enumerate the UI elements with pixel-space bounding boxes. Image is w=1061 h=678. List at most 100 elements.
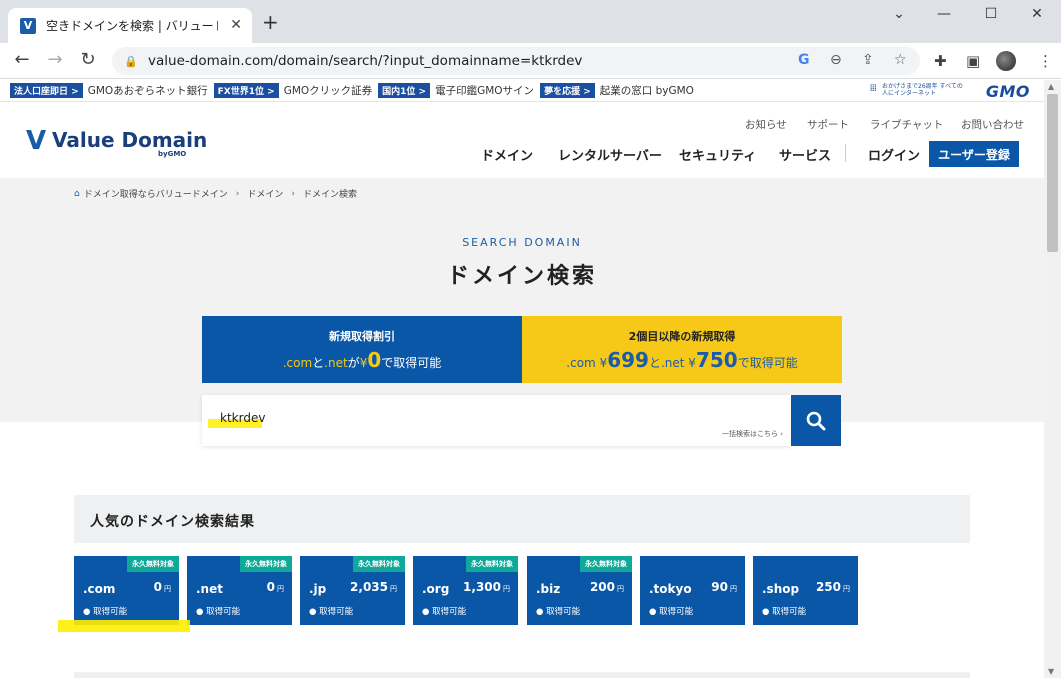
register-button[interactable]: ユーザー登録	[929, 141, 1019, 167]
breadcrumb-item[interactable]: ドメイン	[247, 187, 283, 200]
share-icon[interactable]: ⇪	[862, 52, 874, 68]
promo-title: 新規取得割引	[329, 330, 395, 343]
search-domain-label: SEARCH DOMAIN	[462, 236, 582, 249]
domain-price: 0円	[266, 580, 284, 594]
promo-text: .com ¥699と.net ¥750で取得可能	[566, 348, 798, 372]
page-title: ドメイン検索	[446, 264, 597, 289]
breadcrumb-separator-icon: ›	[291, 188, 295, 199]
gmo-link[interactable]: GMOクリック証券	[284, 83, 372, 98]
domain-price: 250 円	[815, 580, 850, 594]
breadcrumb-separator-icon: ›	[235, 188, 240, 199]
domain-price: 1,300 円	[463, 580, 510, 594]
live-chat-link[interactable]: ライブチャット	[870, 117, 943, 132]
gmo-group-bar: 法人口座即日 > GMOあおぞらネット銀行 FX世界1位 > GMOクリック証券…	[0, 80, 1044, 102]
domain-search-input[interactable]	[220, 411, 620, 425]
login-link[interactable]: ログイン	[868, 145, 920, 164]
next-section-strip	[74, 672, 970, 678]
nav-security[interactable]: セキュリティ	[679, 145, 756, 164]
scrollbar-thumb[interactable]	[1047, 94, 1058, 252]
availability-status: ● 取得可能	[422, 607, 467, 617]
profile-avatar[interactable]	[996, 51, 1016, 71]
logo-by-gmo: byGMO	[158, 150, 187, 158]
domain-card-biz[interactable]: 永久無料対象 .biz 200 円 ● 取得可能	[527, 556, 632, 625]
site-logo[interactable]: Value Domain	[52, 128, 207, 152]
value-domain-logo-icon[interactable]: V	[26, 126, 46, 156]
search-button[interactable]	[791, 395, 841, 446]
results-title: 人気のドメイン検索結果	[90, 514, 255, 530]
breadcrumb-item[interactable]: ドメイン取得ならバリュードメイン	[84, 187, 228, 200]
support-link[interactable]: サポート	[807, 117, 849, 132]
promo-new-registration[interactable]: 新規取得割引 .comと.netが¥0で取得可能	[202, 316, 522, 383]
hero-section: ⌂ ドメイン取得ならバリュードメイン › ドメイン › ドメイン検索 SEARC…	[0, 178, 1044, 422]
lock-icon[interactable]: 🔒	[124, 55, 138, 68]
forward-arrow-icon[interactable]: →	[43, 49, 67, 70]
domain-card-net[interactable]: 永久無料対象 .net 0円 ● 取得可能	[187, 556, 292, 625]
tab-title: 空きドメインを検索 | バリュードメイン	[46, 19, 218, 33]
browser-menu-icon[interactable]: ⋮	[1038, 52, 1053, 70]
gmo-logo[interactable]: GMO	[986, 82, 1030, 101]
free-forever-badge: 永久無料対象	[466, 556, 518, 572]
nav-rental-server[interactable]: レンタルサーバー	[558, 145, 662, 164]
availability-status: ● 取得可能	[83, 607, 128, 617]
value-domain-favicon-icon: V	[20, 17, 36, 34]
tab-search-icon[interactable]: ⌄	[876, 6, 922, 22]
nav-domain[interactable]: ドメイン	[481, 145, 533, 164]
page-scrollbar[interactable]: ▲ ▼	[1044, 80, 1061, 678]
bookmark-star-icon[interactable]: ☆	[894, 52, 907, 68]
domain-price: 0円	[153, 580, 171, 594]
bulk-search-link[interactable]: 一括検索はこちら ›	[722, 429, 783, 439]
new-tab-button[interactable]: +	[262, 12, 279, 32]
nav-services[interactable]: サービス	[779, 145, 831, 164]
availability-status: ● 取得可能	[762, 607, 807, 617]
browser-tab[interactable]: V 空きドメインを検索 | バリュードメイン ✕	[8, 8, 252, 43]
promo-second-registration[interactable]: 2個目以降の新規取得 .com ¥699と.net ¥750で取得可能	[522, 316, 842, 383]
results-header: 人気のドメイン検索結果	[74, 495, 970, 543]
gmo-tag[interactable]: 法人口座即日 >	[10, 83, 83, 98]
extensions-puzzle-icon[interactable]: ✚	[934, 52, 947, 70]
scroll-down-arrow-icon[interactable]: ▼	[1048, 667, 1054, 676]
tab-close-icon[interactable]: ✕	[230, 17, 242, 33]
availability-status: ● 取得可能	[536, 607, 581, 617]
side-panel-icon[interactable]: ▣	[966, 52, 980, 70]
domain-price: 90 円	[711, 580, 737, 594]
back-arrow-icon[interactable]: ←	[10, 49, 34, 70]
gmo-tag[interactable]: 国内1位 >	[378, 83, 431, 98]
gmo-link[interactable]: 電子印鑑GMOサイン	[435, 83, 534, 98]
gmo-dots-icon: ⁞⁞⁞	[869, 83, 876, 94]
contact-link[interactable]: お問い合わせ	[961, 117, 1024, 132]
browser-toolbar: ← → ↻ 🔒 value-domain.com/domain/search/?…	[0, 43, 1061, 79]
maximize-button[interactable]: ☐	[968, 6, 1014, 22]
address-bar[interactable]: 🔒 value-domain.com/domain/search/?input_…	[112, 47, 920, 75]
breadcrumb: ⌂ ドメイン取得ならバリュードメイン › ドメイン › ドメイン検索	[74, 187, 357, 201]
domain-card-jp[interactable]: 永久無料対象 .jp 2,035 円 ● 取得可能	[300, 556, 405, 625]
domain-ext: .com	[83, 582, 116, 596]
close-window-button[interactable]: ✕	[1014, 6, 1060, 22]
gmo-link[interactable]: GMOあおぞらネット銀行	[88, 83, 208, 98]
promo-title: 2個目以降の新規取得	[628, 330, 736, 343]
search-icon	[806, 411, 826, 430]
domain-card-org[interactable]: 永久無料対象 .org 1,300 円 ● 取得可能	[413, 556, 518, 625]
home-icon[interactable]: ⌂	[74, 189, 80, 199]
browser-tab-strip: V 空きドメインを検索 | バリュードメイン ✕ + ⌄ — ☐ ✕	[0, 0, 1061, 43]
gmo-tag[interactable]: FX世界1位 >	[213, 83, 279, 98]
gmo-tag[interactable]: 夢を応援 >	[540, 83, 595, 98]
domain-ext: .tokyo	[649, 582, 692, 596]
google-translate-icon[interactable]: G	[798, 52, 810, 68]
nav-divider	[845, 144, 846, 162]
zoom-icon[interactable]: ⊖	[830, 52, 842, 68]
free-forever-badge: 永久無料対象	[127, 556, 179, 572]
domain-card-com[interactable]: 永久無料対象 .com 0円 ● 取得可能	[74, 556, 179, 625]
reload-icon[interactable]: ↻	[76, 49, 100, 70]
domain-card-shop[interactable]: .shop 250 円 ● 取得可能	[753, 556, 858, 625]
url-text[interactable]: value-domain.com/domain/search/?input_do…	[148, 53, 582, 69]
news-link[interactable]: お知らせ	[745, 117, 787, 132]
breadcrumb-item: ドメイン検索	[302, 190, 357, 200]
domain-card-tokyo[interactable]: .tokyo 90 円 ● 取得可能	[640, 556, 745, 625]
domain-ext: .biz	[536, 582, 561, 596]
domain-price: 2,035 円	[350, 580, 397, 594]
domain-price: 200 円	[589, 580, 624, 594]
gmo-link[interactable]: 起業の窓口 byGMO	[600, 83, 694, 98]
minimize-button[interactable]: —	[921, 6, 967, 22]
free-forever-badge: 永久無料対象	[580, 556, 632, 572]
scroll-up-arrow-icon[interactable]: ▲	[1048, 82, 1054, 91]
